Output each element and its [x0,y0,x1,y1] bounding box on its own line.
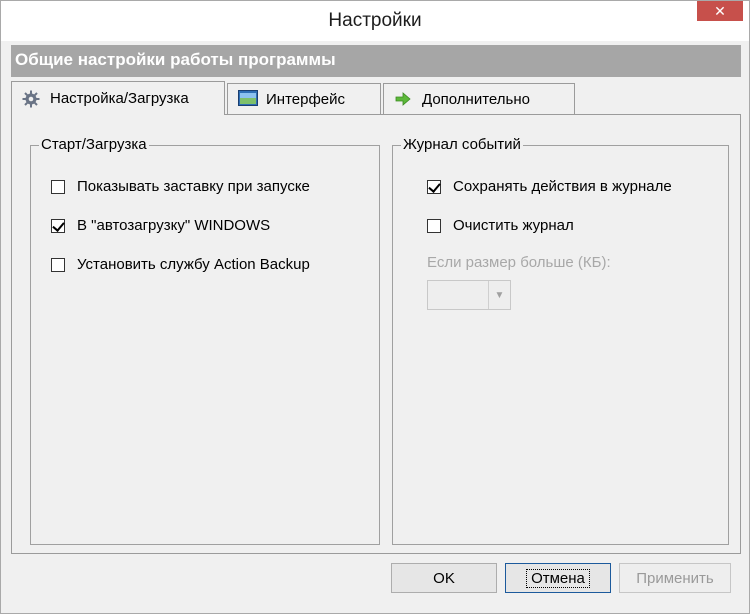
clear-log-label: Очистить журнал [453,217,574,234]
tab-advanced-label: Дополнительно [422,90,530,108]
install-service-checkbox[interactable] [51,257,65,272]
tab-interface-label: Интерфейс [266,90,346,108]
log-group-title: Журнал событий [401,136,523,153]
tab-advanced[interactable]: Дополнительно [383,83,575,114]
window-icon [238,90,258,108]
show-splash-label: Показывать заставку при запуске [77,178,310,195]
autostart-checkbox[interactable] [51,218,65,233]
startup-group-title: Старт/Загрузка [39,136,149,153]
page-title: Общие настройки работы программы [15,50,336,69]
close-button[interactable]: ✕ [697,1,743,21]
install-service-label: Установить службу Action Backup [77,256,310,273]
startup-group: Старт/Загрузка Показывать заставку при з… [30,136,380,545]
tab-strip: Настройка/Загрузка Интерфейс Дополнитель… [11,81,741,115]
show-splash-option[interactable]: Показывать заставку при запуске [51,178,310,195]
page-header: Общие настройки работы программы [11,45,741,77]
show-splash-checkbox[interactable] [51,179,65,194]
gear-icon [22,90,40,108]
autostart-label: В "автозагрузку" WINDOWS [77,217,271,234]
cancel-button[interactable]: Отмена [505,563,611,593]
cancel-button-label: Отмена [526,568,590,588]
close-icon: ✕ [714,3,726,19]
log-size-label: Если размер больше (КБ): [427,254,611,271]
ok-button[interactable]: OK [391,563,497,593]
save-log-checkbox[interactable] [427,179,441,194]
tab-interface[interactable]: Интерфейс [227,83,381,114]
arrow-right-icon [394,90,412,108]
clear-log-checkbox[interactable] [427,218,441,233]
settings-window: Настройки ✕ Общие настройки работы прогр… [0,0,750,614]
autostart-option[interactable]: В "автозагрузку" WINDOWS [51,217,270,234]
log-size-select[interactable]: ▼ [427,280,511,310]
save-log-option[interactable]: Сохранять действия в журнале [427,178,672,195]
window-title: Настройки [328,10,422,31]
save-log-label: Сохранять действия в журнале [453,178,672,195]
install-service-option[interactable]: Установить службу Action Backup [51,256,310,273]
ok-button-label: OK [433,569,455,587]
title-bar[interactable]: Настройки ✕ [1,1,749,41]
clear-log-option[interactable]: Очистить журнал [427,217,574,234]
tab-startup-label: Настройка/Загрузка [50,90,189,107]
tab-startup[interactable]: Настройка/Загрузка [11,81,225,115]
apply-button-label: Применить [636,569,714,587]
apply-button[interactable]: Применить [619,563,731,593]
log-group: Журнал событий Сохранять действия в журн… [392,136,729,545]
chevron-down-icon[interactable]: ▼ [488,281,510,309]
tab-panel-startup: Старт/Загрузка Показывать заставку при з… [11,114,741,554]
